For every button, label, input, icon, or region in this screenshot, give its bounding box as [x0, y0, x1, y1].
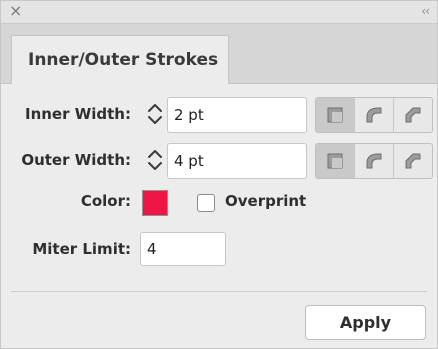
inner-width-label: Inner Width:	[24, 105, 131, 123]
round-join-icon	[366, 153, 382, 169]
tab-inner-outer-strokes[interactable]: Inner/Outer Strokes	[11, 35, 229, 84]
miter-join-icon	[327, 153, 343, 169]
color-label: Color:	[80, 192, 131, 210]
overprint-label: Overprint	[225, 192, 307, 210]
overprint-checkbox[interactable]	[197, 194, 215, 212]
round-join-icon	[366, 107, 382, 123]
outer-join-group	[315, 143, 433, 179]
outer-width-label: Outer Width:	[21, 151, 131, 169]
tab-bar: Inner/Outer Strokes	[1, 24, 437, 84]
miter-limit-input[interactable]: 4	[140, 232, 226, 266]
panel-titlebar: × ‹‹	[1, 1, 437, 24]
divider	[11, 291, 427, 292]
bevel-join-icon	[405, 153, 421, 169]
miter-join-icon	[327, 107, 343, 123]
outer-miter-join-button[interactable]	[316, 144, 355, 178]
outer-width-stepper[interactable]	[143, 145, 167, 175]
close-icon[interactable]: ×	[9, 2, 22, 20]
outer-round-join-button[interactable]	[355, 144, 394, 178]
outer-width-input[interactable]: 4 pt	[167, 143, 307, 179]
inner-round-join-button[interactable]	[355, 98, 394, 132]
apply-button[interactable]: Apply	[305, 305, 426, 340]
collapse-icon[interactable]: ‹‹	[421, 3, 430, 19]
inner-width-input[interactable]: 2 pt	[167, 97, 307, 133]
color-swatch[interactable]	[142, 190, 168, 216]
miter-limit-label: Miter Limit:	[32, 240, 131, 258]
inner-bevel-join-button[interactable]	[394, 98, 432, 132]
inner-outer-strokes-panel: × ‹‹ Inner/Outer Strokes Inner Width: 2 …	[0, 0, 438, 349]
inner-join-group	[315, 97, 433, 133]
bevel-join-icon	[405, 107, 421, 123]
inner-width-stepper[interactable]	[143, 99, 167, 129]
inner-miter-join-button[interactable]	[316, 98, 355, 132]
outer-bevel-join-button[interactable]	[394, 144, 432, 178]
